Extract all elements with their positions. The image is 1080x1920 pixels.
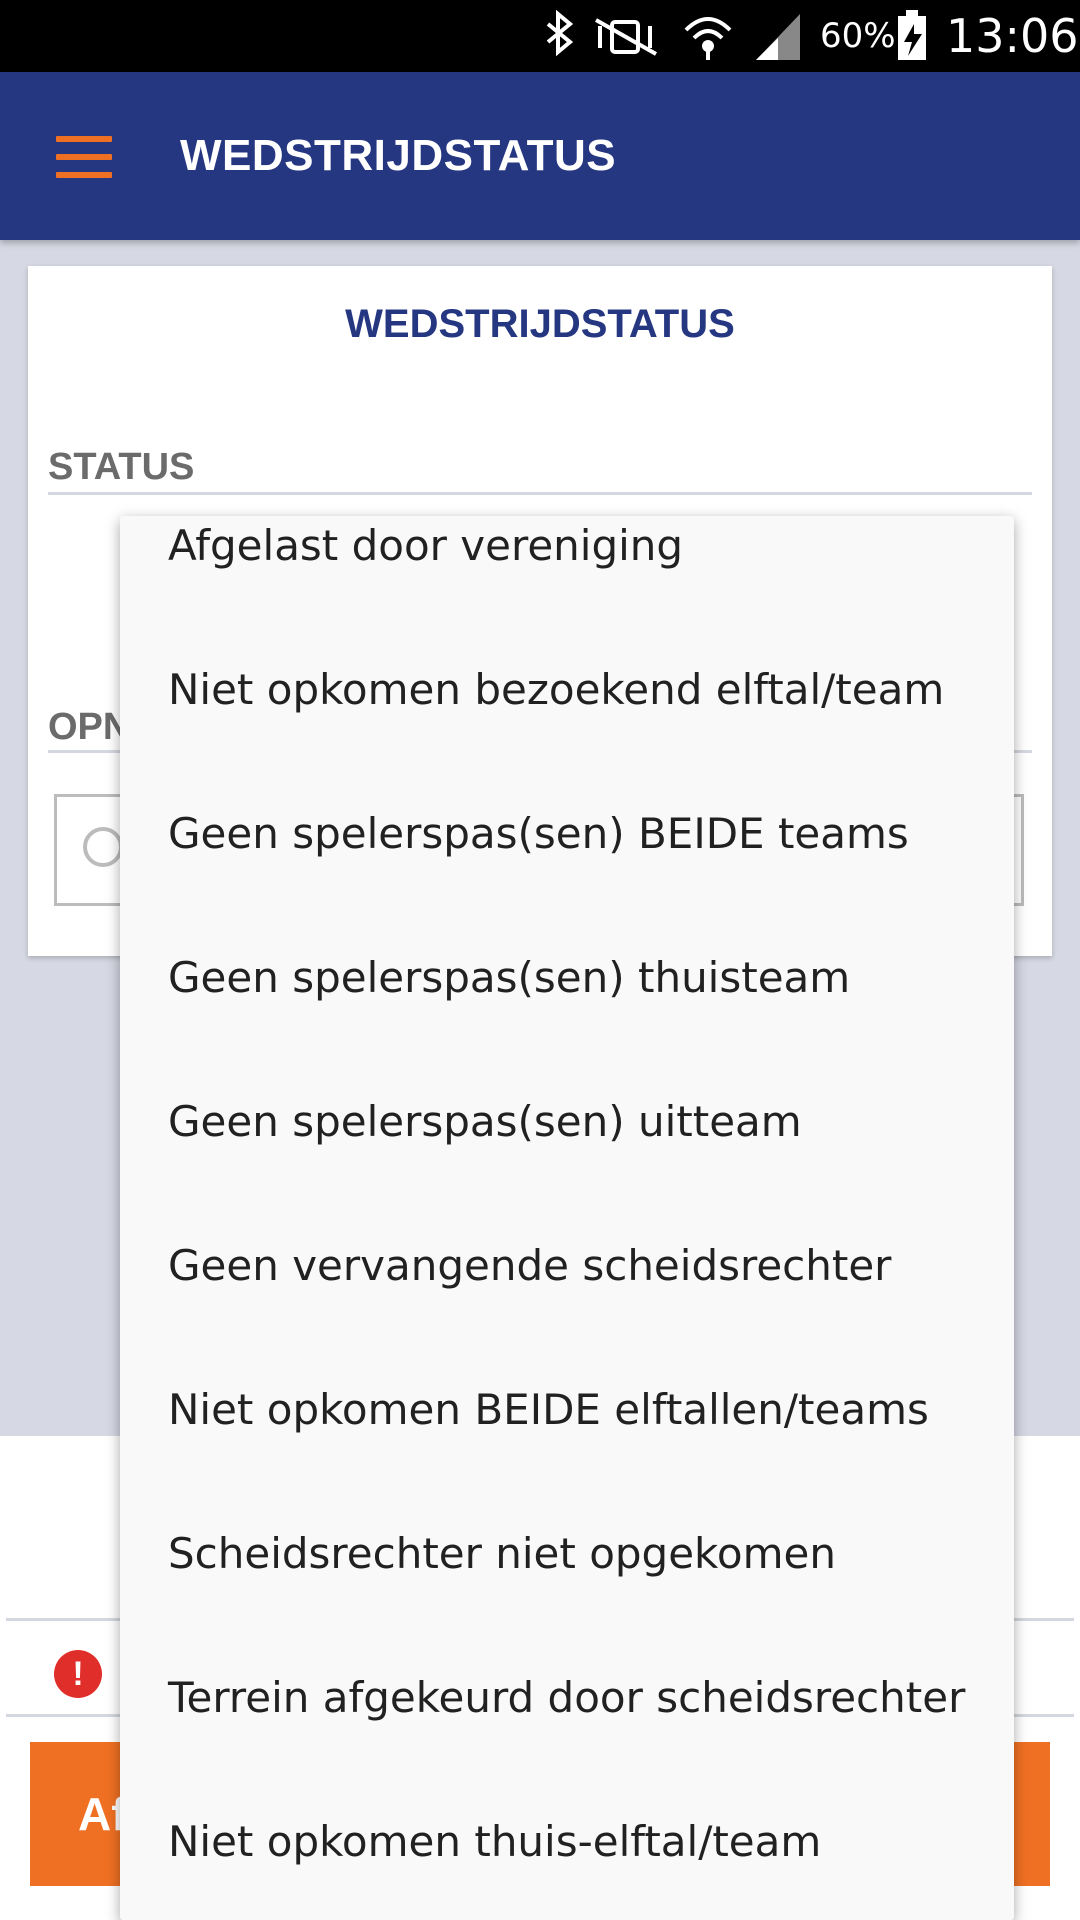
card-title: WEDSTRIJDSTATUS bbox=[345, 302, 735, 346]
status-label: STATUS bbox=[48, 446, 195, 488]
dropdown-options: Afgelast door vereniging Niet opkomen be… bbox=[120, 516, 1014, 1914]
dropdown-option[interactable]: Geen spelerspas(sen) thuisteam bbox=[120, 906, 1014, 1050]
dropdown-option[interactable]: Afgelast door vereniging bbox=[120, 516, 1014, 618]
app-bar-title: WEDSTRIJDSTATUS bbox=[180, 131, 617, 180]
dropdown-option[interactable]: Geen spelerspas(sen) BEIDE teams bbox=[120, 762, 1014, 906]
remarks-label: OPN bbox=[48, 706, 131, 748]
radio-circle-icon bbox=[83, 827, 123, 867]
status-divider bbox=[48, 492, 1032, 495]
status-icons bbox=[546, 9, 926, 60]
battery-percentage: 60% bbox=[820, 16, 896, 56]
dropdown-option[interactable]: Terrein afgekeurd door scheidsrechter bbox=[120, 1626, 1014, 1770]
bluetooth-icon bbox=[546, 9, 574, 57]
error-icon: ! bbox=[54, 1650, 102, 1698]
status-bar: 60% 13:06 bbox=[0, 0, 1080, 72]
dropdown-option[interactable]: Niet opkomen bezoekend elftal/team bbox=[120, 618, 1014, 762]
clock-time: 13:06 bbox=[946, 9, 1079, 63]
status-dropdown-menu: Afgelast door vereniging Niet opkomen be… bbox=[120, 516, 1014, 1920]
signal-icon bbox=[756, 14, 800, 60]
dropdown-option[interactable]: Niet opkomen BEIDE elftallen/teams bbox=[120, 1338, 1014, 1482]
dropdown-option[interactable]: Geen spelerspas(sen) uitteam bbox=[120, 1050, 1014, 1194]
dropdown-option[interactable]: Scheidsrechter niet opgekomen bbox=[120, 1482, 1014, 1626]
hamburger-menu-icon[interactable] bbox=[40, 122, 128, 192]
vibrate-icon bbox=[595, 18, 657, 56]
dropdown-option[interactable]: Geen vervangende scheidsrechter bbox=[120, 1194, 1014, 1338]
battery-charging-icon bbox=[898, 10, 926, 60]
app-bar: WEDSTRIJDSTATUS bbox=[0, 72, 1080, 240]
dropdown-option[interactable]: Niet opkomen thuis-elftal/team bbox=[120, 1770, 1014, 1914]
wifi-icon bbox=[684, 17, 732, 60]
